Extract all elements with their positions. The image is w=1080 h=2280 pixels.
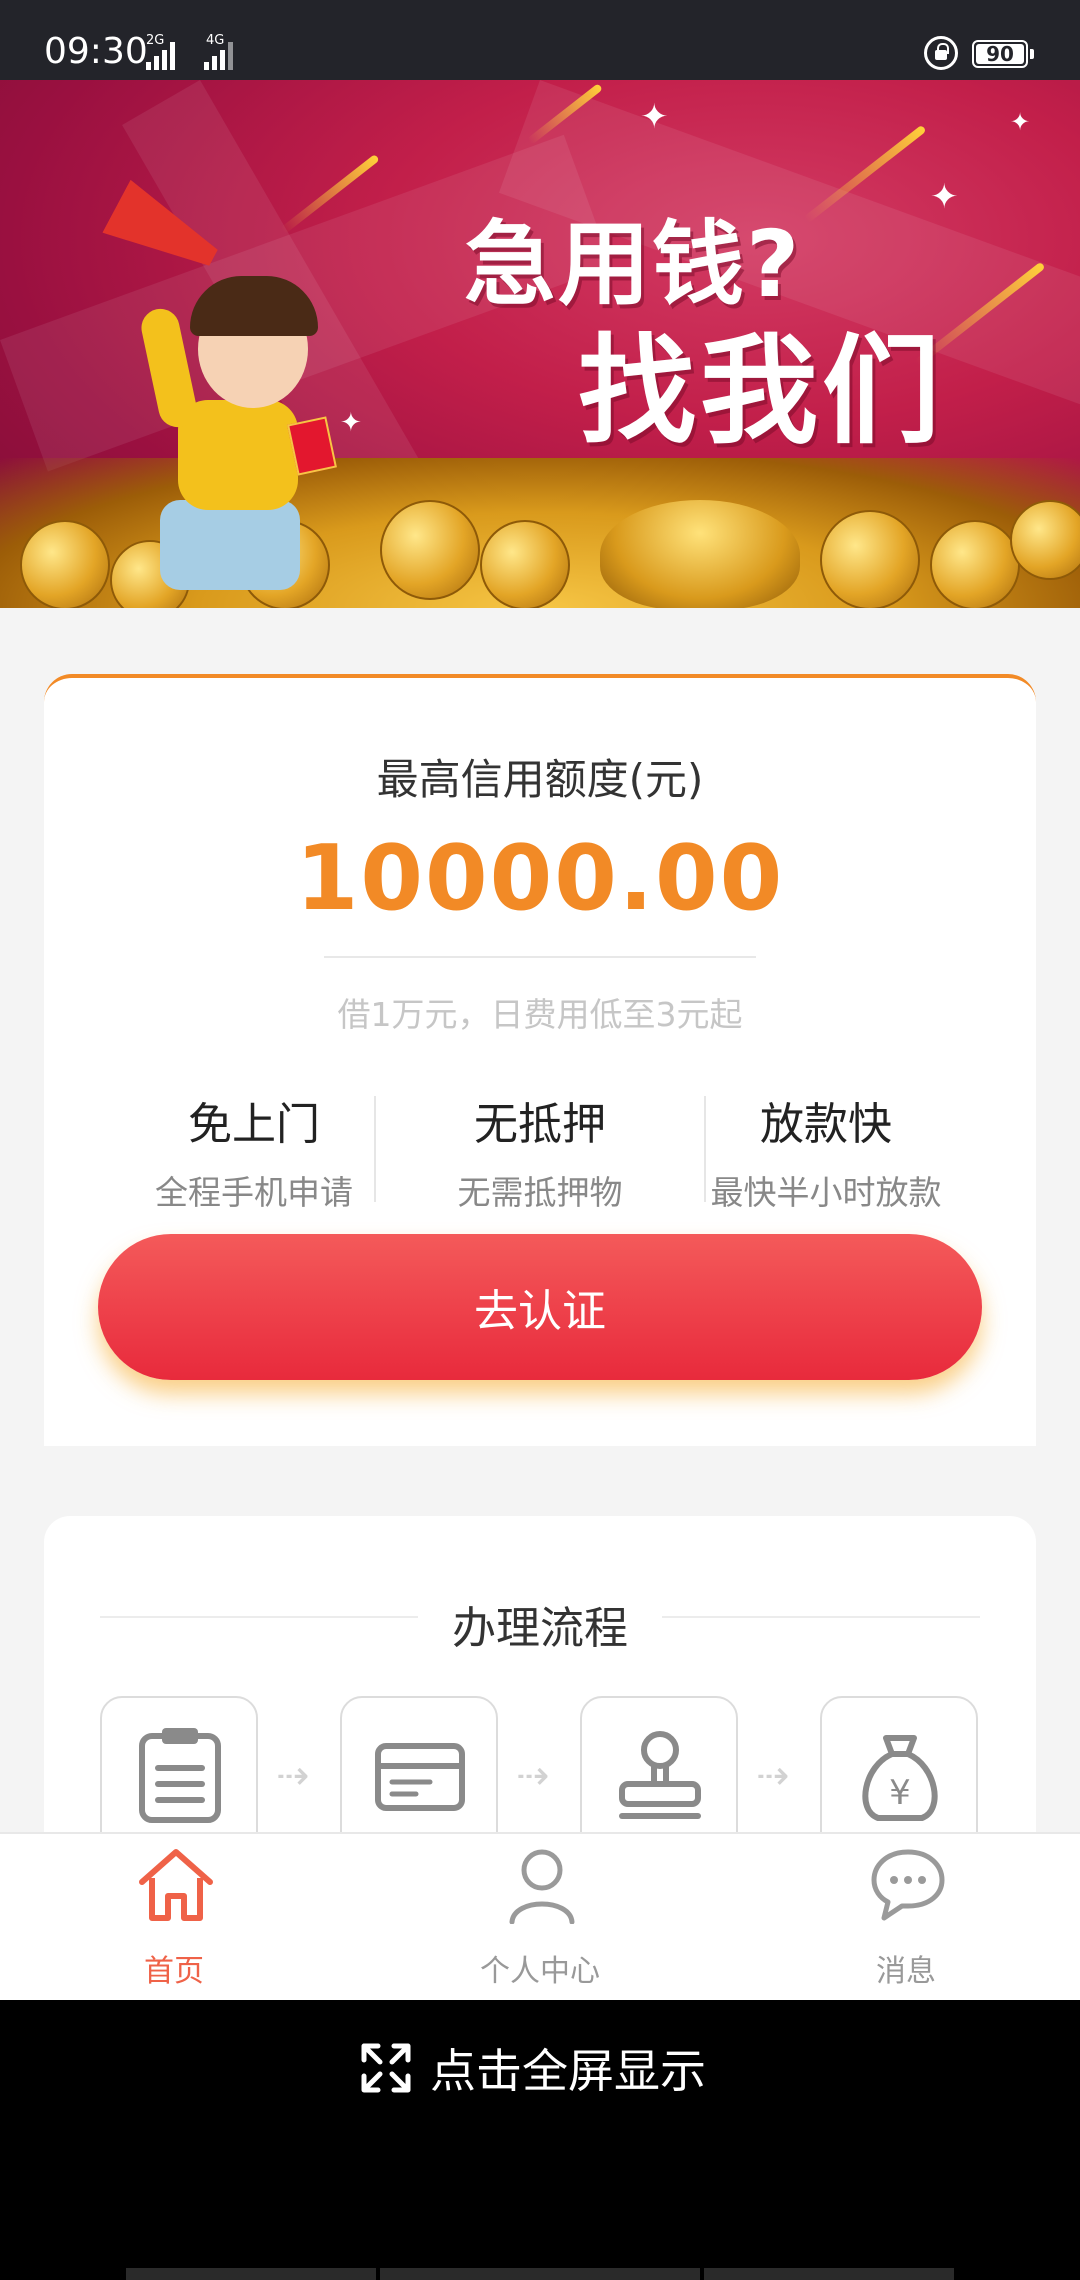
- svg-text:¥: ¥: [889, 1773, 911, 1813]
- step-arrow: ⇢: [756, 1753, 790, 1799]
- home-icon: [139, 1849, 213, 1921]
- sparkle-icon: ✦: [1010, 108, 1031, 136]
- stamp-icon: [619, 1731, 701, 1819]
- rotation-lock-icon: [924, 36, 958, 70]
- title-line: [662, 1616, 980, 1618]
- step-approve[interactable]: [580, 1696, 738, 1832]
- divider: [324, 956, 756, 958]
- credit-card: 最高信用额度(元) 10000.00 借1万元，日费用低至3元起 免上门 全程手…: [44, 674, 1036, 1446]
- feature-no-collateral: 无抵押 无需抵押物: [375, 1088, 705, 1214]
- credit-note: 借1万元，日费用低至3元起: [337, 995, 743, 1034]
- status-time: 09:30: [44, 31, 148, 72]
- step-loan[interactable]: ¥: [820, 1696, 978, 1832]
- signal-4g-icon: 4G: [194, 34, 242, 70]
- gold-pot: [600, 500, 800, 608]
- main-content[interactable]: 最高信用额度(元) 10000.00 借1万元，日费用低至3元起 免上门 全程手…: [0, 608, 1080, 1832]
- feature-subtitle: 全程手机申请: [155, 1173, 353, 1212]
- tab-label: 消息: [876, 1954, 936, 1989]
- credit-amount: 10000.00: [295, 826, 785, 931]
- battery-tip: [1030, 49, 1034, 59]
- coin: [820, 510, 920, 608]
- feature-subtitle: 最快半小时放款: [710, 1173, 942, 1212]
- money-bag-icon: ¥: [862, 1735, 938, 1821]
- message-icon: [871, 1849, 945, 1921]
- feature-fast-loan: 放款快 最快半小时放款: [661, 1088, 991, 1214]
- coin: [380, 500, 480, 600]
- status-bar: 09:30 2G 4G 90: [0, 0, 1080, 80]
- bottom-tab-bar: 首页 个人中心 消息: [0, 1832, 1080, 2000]
- verify-button[interactable]: 去认证: [98, 1234, 982, 1380]
- nav-bar-segment: [380, 2268, 700, 2280]
- fullscreen-bar[interactable]: 点击全屏显示: [0, 2000, 1080, 2280]
- battery-icon: 90: [972, 40, 1028, 68]
- banner-headline-2: 找我们: [578, 322, 945, 460]
- process-card: 办理流程 ⇢ ⇢ ⇢ ¥: [44, 1516, 1036, 1832]
- feature-subtitle: 无需抵押物: [457, 1173, 623, 1212]
- user-icon: [509, 1849, 575, 1924]
- fullscreen-button[interactable]: 点击全屏显示: [360, 2038, 706, 2098]
- feature-no-visit: 免上门 全程手机申请: [89, 1088, 419, 1214]
- battery-percent: 90: [986, 42, 1014, 66]
- tab-home[interactable]: 首页: [0, 1834, 354, 2002]
- expand-icon: [361, 2043, 411, 2093]
- clipboard-icon: [139, 1728, 221, 1823]
- tab-label: 个人中心: [480, 1954, 600, 1989]
- tab-label: 首页: [144, 1954, 204, 1989]
- step-apply[interactable]: [100, 1696, 258, 1832]
- step-arrow: ⇢: [516, 1753, 550, 1799]
- step-verify[interactable]: [340, 1696, 498, 1832]
- character-legs: [160, 500, 300, 590]
- coin: [480, 520, 570, 608]
- process-title: 办理流程: [452, 1603, 628, 1654]
- tab-profile[interactable]: 个人中心: [360, 1834, 720, 2002]
- tab-messages[interactable]: 消息: [726, 1834, 1080, 2002]
- feature-title: 免上门: [188, 1099, 320, 1150]
- feature-title: 放款快: [760, 1099, 892, 1150]
- nav-bar-segment: [126, 2268, 376, 2280]
- promo-banner[interactable]: ✦ ✦ ✦ ✦ 急用钱? 找我们: [0, 80, 1080, 608]
- sparkle-icon: ✦: [640, 97, 669, 137]
- signal-2g-icon: 2G: [146, 34, 188, 70]
- feature-title: 无抵押: [474, 1099, 606, 1150]
- coin: [930, 520, 1020, 608]
- sparkle-icon: ✦: [340, 408, 362, 438]
- fullscreen-label: 点击全屏显示: [430, 2044, 706, 2098]
- credit-label: 最高信用额度(元): [376, 755, 704, 804]
- nav-bar-segment: [704, 2268, 954, 2280]
- character-body: [178, 400, 298, 510]
- coin: [1010, 500, 1080, 580]
- card-icon: [375, 1743, 465, 1811]
- coin: [20, 520, 110, 608]
- step-arrow: ⇢: [276, 1753, 310, 1799]
- sparkle-icon: ✦: [930, 177, 959, 217]
